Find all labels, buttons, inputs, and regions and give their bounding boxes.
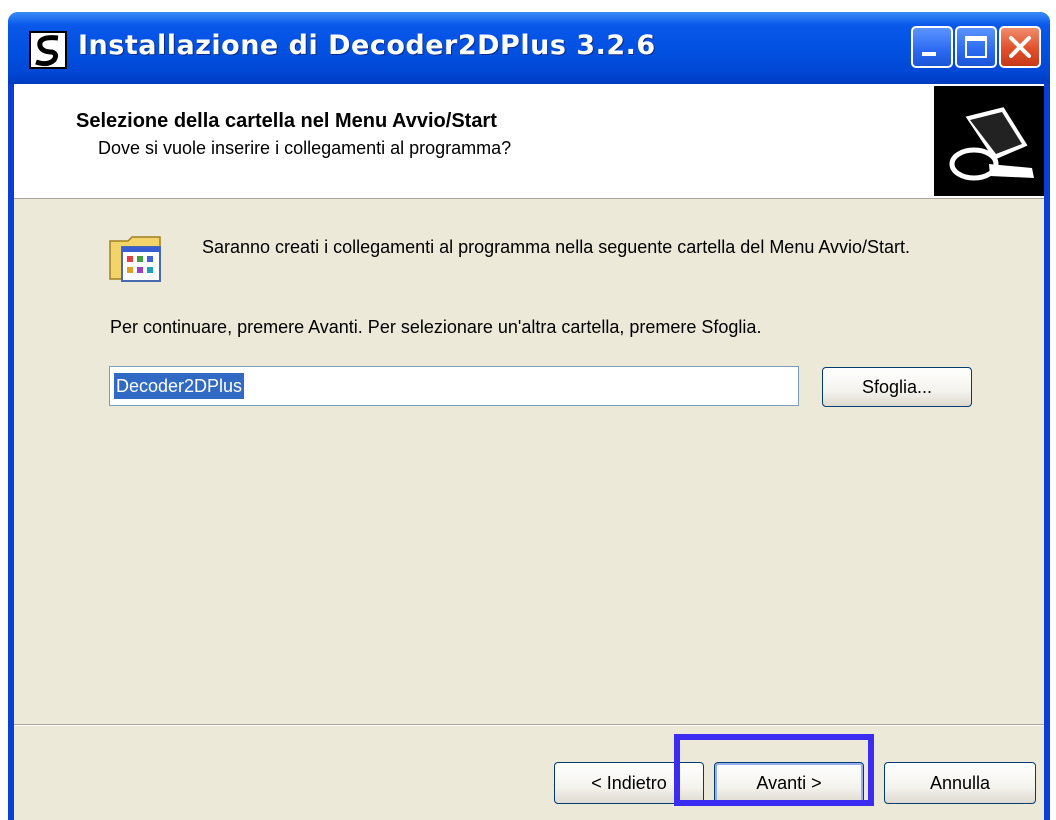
maximize-button[interactable] [955, 26, 997, 68]
close-button[interactable] [999, 26, 1041, 68]
instructions-text: Per continuare, premere Avanti. Per sele… [110, 317, 762, 337]
installer-window: Installazione di Decoder2DPlus 3.2.6 Sel… [8, 12, 1050, 820]
page-subtitle: Dove si vuole inserire i collegamenti al… [98, 138, 512, 158]
computer-disk-icon [934, 86, 1044, 196]
dialog-client-area: Selezione della cartella nel Menu Avvio/… [14, 84, 1044, 820]
page-title: Selezione della cartella nel Menu Avvio/… [76, 110, 497, 132]
wizard-header: Selezione della cartella nel Menu Avvio/… [14, 84, 1044, 199]
start-menu-folder-input[interactable]: Decoder2DPlus [109, 366, 799, 406]
info-text: Saranno creati i collegamenti al program… [202, 237, 911, 257]
cancel-button[interactable]: Annulla [884, 762, 1036, 804]
setup-s-icon [29, 31, 67, 69]
folder-input-value: Decoder2DPlus [114, 373, 245, 399]
wizard-content: Saranno creati i collegamenti al program… [14, 199, 1044, 719]
title-bar[interactable]: Installazione di Decoder2DPlus 3.2.6 [8, 12, 1050, 84]
minimize-button[interactable] [911, 26, 953, 68]
footer-separator [14, 724, 1044, 726]
start-menu-folder-icon [109, 236, 161, 282]
minimize-icon [922, 52, 936, 56]
maximize-icon [965, 36, 987, 58]
browse-button[interactable]: Sfoglia... [822, 367, 972, 407]
next-button-highlight [674, 734, 874, 806]
close-icon [1009, 36, 1031, 58]
window-title: Installazione di Decoder2DPlus 3.2.6 [78, 30, 656, 61]
